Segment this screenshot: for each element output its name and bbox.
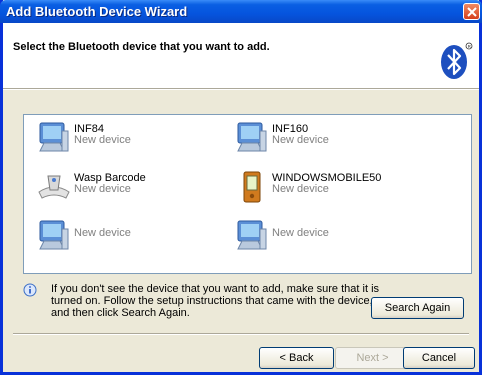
info-icon	[23, 283, 37, 297]
back-button[interactable]: < Back	[259, 347, 334, 369]
device-item-inf84[interactable]: INF84 New device	[36, 121, 236, 155]
device-item-wasp-barcode[interactable]: Wasp Barcode New device	[36, 170, 236, 204]
wizard-header: Select the Bluetooth device that you wan…	[3, 23, 479, 89]
footer-separator	[13, 333, 469, 335]
device-status: New device	[272, 183, 329, 195]
wizard-window: Add Bluetooth Device Wizard Select the B…	[0, 0, 482, 375]
device-status: New device	[74, 227, 131, 239]
close-icon	[467, 7, 477, 17]
page-title: Select the Bluetooth device that you wan…	[13, 41, 270, 53]
next-button[interactable]: Next >	[335, 347, 410, 369]
device-item-unnamed-2[interactable]: New device	[234, 219, 434, 253]
device-status: New device	[272, 134, 329, 146]
computer-icon	[237, 122, 267, 152]
computer-icon	[39, 220, 69, 250]
close-button[interactable]	[463, 3, 480, 20]
info-text: If you don't see the device that you wan…	[51, 283, 380, 319]
computer-icon	[237, 220, 267, 250]
title-bar[interactable]: Add Bluetooth Device Wizard	[0, 0, 482, 23]
device-list[interactable]: INF84 New device INF160 New device Wasp …	[23, 114, 472, 274]
device-status: New device	[74, 183, 131, 195]
cancel-button[interactable]: Cancel	[403, 347, 475, 369]
device-item-windowsmobile50[interactable]: WINDOWSMOBILE50 New device	[234, 170, 434, 204]
device-status: New device	[272, 227, 329, 239]
device-status: New device	[74, 134, 131, 146]
device-item-inf160[interactable]: INF160 New device	[234, 121, 434, 155]
search-again-button[interactable]: Search Again	[371, 297, 464, 319]
header-divider	[3, 89, 479, 90]
pda-icon	[243, 171, 261, 203]
window-title: Add Bluetooth Device Wizard	[6, 4, 188, 19]
bluetooth-icon: R	[441, 42, 473, 79]
barcode-scanner-icon	[38, 175, 70, 199]
computer-icon	[39, 122, 69, 152]
device-item-unnamed-1[interactable]: New device	[36, 219, 236, 253]
